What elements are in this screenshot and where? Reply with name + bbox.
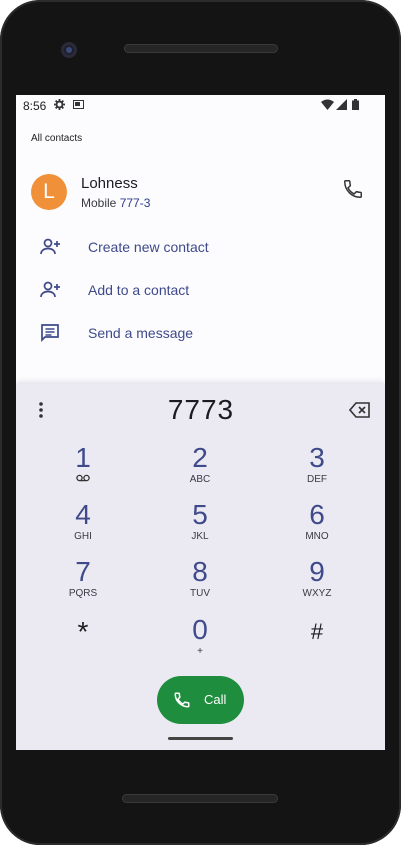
earpiece-speaker [124, 44, 278, 53]
wifi-icon [321, 99, 334, 113]
key-letters: + [197, 646, 203, 657]
dial-key-4[interactable]: 4 GHI [43, 497, 123, 551]
search-results: All contacts L Lohness Mobile 777-3 Crea… [16, 117, 385, 380]
dial-key-5[interactable]: 5 JKL [160, 497, 240, 551]
status-bar: 8:56 [16, 95, 385, 117]
key-letters: GHI [74, 531, 92, 542]
phone-icon [173, 691, 191, 709]
key-letters: DEF [307, 474, 327, 485]
phone-type: Mobile [81, 196, 117, 210]
dialpad: 7773 1 2 ABC 3 DEF 4 GHI 5 JKL 6 MNO 7 P… [16, 382, 385, 750]
key-letters: MNO [305, 531, 329, 542]
key-letters: WXYZ [302, 588, 332, 599]
key-digit: * [77, 616, 89, 647]
screen: 8:56 All contacts L Lohness Mobile 777-3… [16, 95, 385, 750]
dial-key-7[interactable]: 7 PQRS [43, 554, 123, 608]
settings-gear-icon [54, 99, 65, 113]
add-person-icon [40, 280, 62, 300]
key-digit: 6 [309, 499, 325, 530]
action-label: Send a message [88, 325, 194, 341]
action-label: Add to a contact [88, 282, 190, 298]
key-digit: 3 [309, 442, 325, 473]
battery-icon [352, 99, 359, 113]
action-label: Create new contact [88, 239, 209, 255]
dial-key-hash[interactable]: # [277, 614, 357, 668]
key-letters: PQRS [68, 588, 98, 599]
add-person-icon [40, 237, 62, 257]
front-camera [61, 42, 77, 58]
avatar: L [31, 174, 67, 210]
dial-key-9[interactable]: 9 WXYZ [277, 554, 357, 608]
gesture-nav-bar[interactable] [168, 737, 233, 740]
key-digit: 5 [192, 499, 208, 530]
key-digit: # [310, 619, 324, 644]
key-digit: 4 [75, 499, 91, 530]
key-digit: 2 [192, 442, 208, 473]
more-options-icon[interactable] [34, 400, 48, 420]
bottom-speaker [122, 794, 278, 803]
key-digit: 8 [192, 556, 208, 587]
message-icon [40, 323, 62, 343]
key-letters: ABC [189, 474, 211, 485]
phone-number: 777-3 [119, 196, 151, 210]
cell-signal-icon [336, 99, 347, 113]
create-new-contact-action[interactable]: Create new contact [16, 227, 385, 267]
key-digit: 1 [75, 442, 91, 473]
send-message-action[interactable]: Send a message [16, 313, 385, 353]
dial-key-2[interactable]: 2 ABC [160, 440, 240, 494]
dialed-number-field[interactable]: 7773 [76, 394, 326, 426]
contact-result-row[interactable]: L Lohness Mobile 777-3 [16, 172, 385, 222]
key-letters: JKL [191, 531, 209, 542]
call-button[interactable]: Call [157, 676, 244, 724]
contact-name: Lohness [81, 175, 138, 192]
contact-phone-line: Mobile 777-3 [81, 196, 150, 210]
screenshot-notification-icon [73, 99, 84, 113]
key-digit: 7 [75, 556, 91, 587]
dial-key-0[interactable]: 0 + [160, 612, 240, 666]
key-letters: TUV [190, 588, 210, 599]
key-digit: 9 [309, 556, 325, 587]
phone-frame: 8:56 All contacts L Lohness Mobile 777-3… [0, 0, 401, 845]
dial-key-star[interactable]: * [43, 614, 123, 668]
backspace-icon[interactable] [348, 401, 371, 419]
dial-key-8[interactable]: 8 TUV [160, 554, 240, 608]
section-label: All contacts [31, 133, 83, 144]
phone-icon[interactable] [342, 178, 364, 200]
add-to-contact-action[interactable]: Add to a contact [16, 270, 385, 310]
dial-key-1[interactable]: 1 [43, 440, 123, 494]
voicemail-icon [43, 474, 123, 486]
key-digit: 0 [192, 614, 208, 645]
call-label: Call [204, 692, 227, 707]
status-time: 8:56 [23, 99, 47, 113]
dial-key-3[interactable]: 3 DEF [277, 440, 357, 494]
dial-key-6[interactable]: 6 MNO [277, 497, 357, 551]
